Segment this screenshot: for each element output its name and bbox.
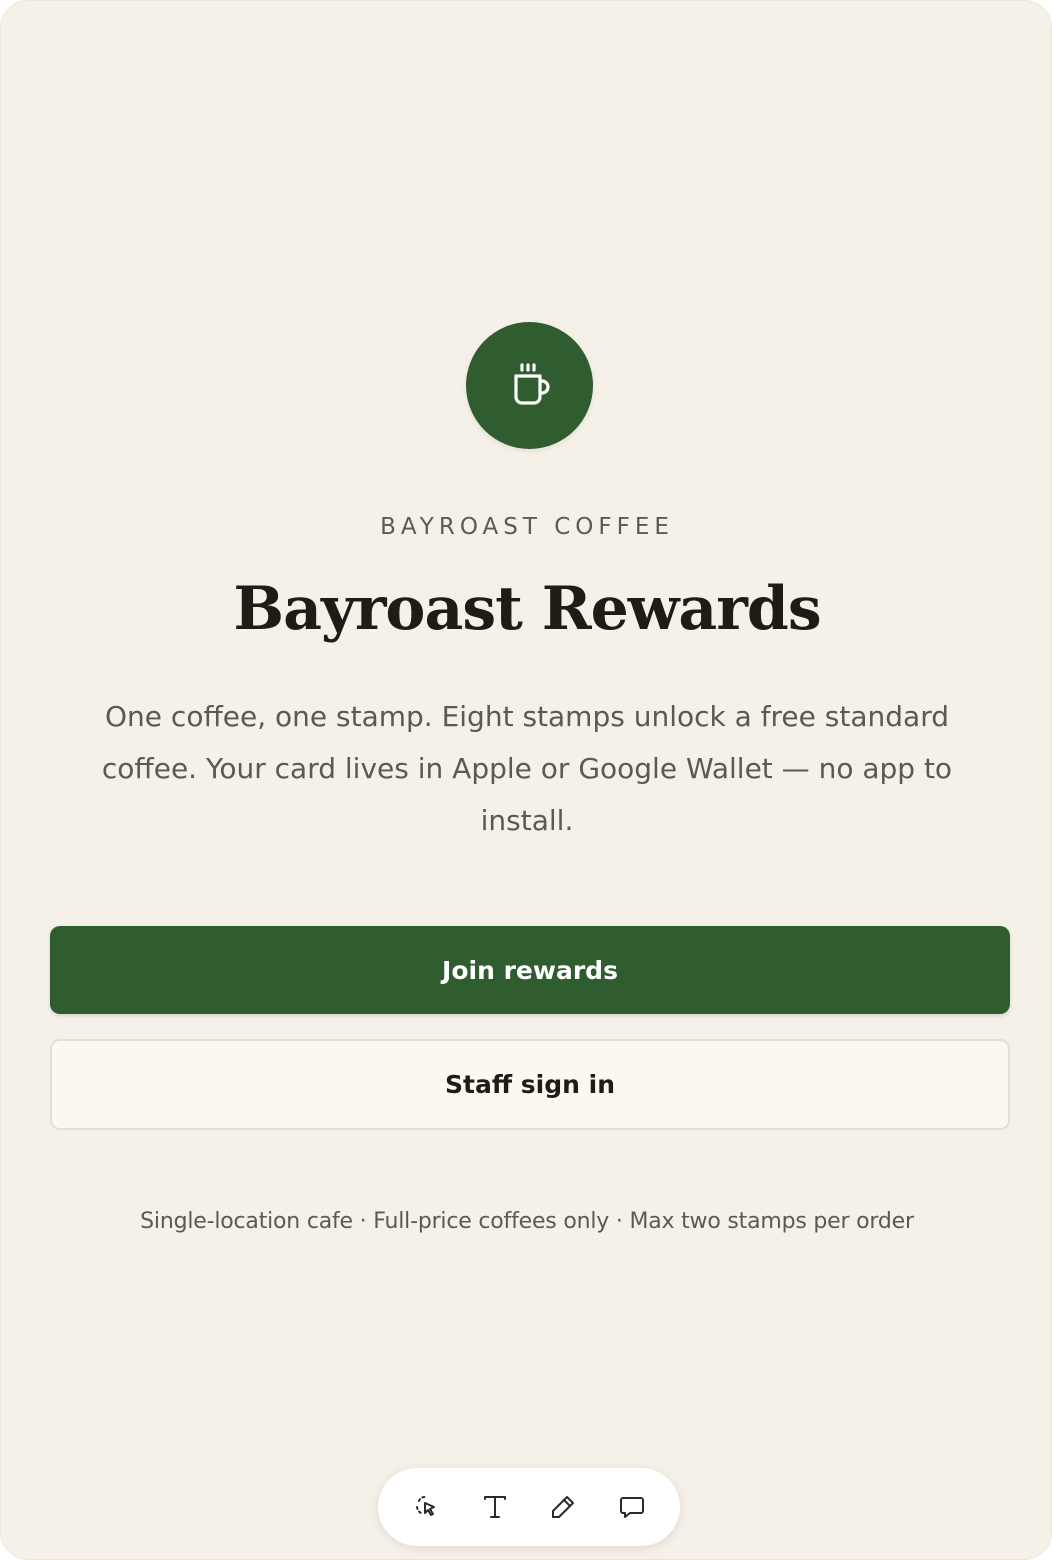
program-description: One coffee, one stamp. Eight stamps unlo… <box>101 700 953 837</box>
text-icon <box>483 1496 506 1518</box>
brand-logo <box>466 322 593 449</box>
staff-sign-in-button[interactable]: Staff sign in <box>50 1039 1010 1130</box>
join-rewards-button[interactable]: Join rewards <box>50 926 1010 1014</box>
program-terms-footnote: Single-location cafe · Full-price coffee… <box>140 1209 914 1234</box>
brand-eyebrow: BAYROAST COFFEE <box>380 514 674 540</box>
draw-tool-button[interactable] <box>541 1485 585 1529</box>
pencil-icon <box>552 1496 575 1518</box>
comment-tool-button[interactable] <box>610 1485 654 1529</box>
select-cursor-icon <box>416 1496 436 1516</box>
app-frame: BAYROAST COFFEE Bayroast Rewards One cof… <box>0 0 1052 1560</box>
select-tool-button[interactable] <box>404 1485 448 1529</box>
coffee-cup-icon <box>513 362 550 405</box>
text-tool-button[interactable] <box>473 1485 517 1529</box>
page-title: Bayroast Rewards <box>233 574 821 644</box>
annotation-toolbar <box>378 1468 680 1546</box>
comment-icon <box>619 1497 644 1518</box>
